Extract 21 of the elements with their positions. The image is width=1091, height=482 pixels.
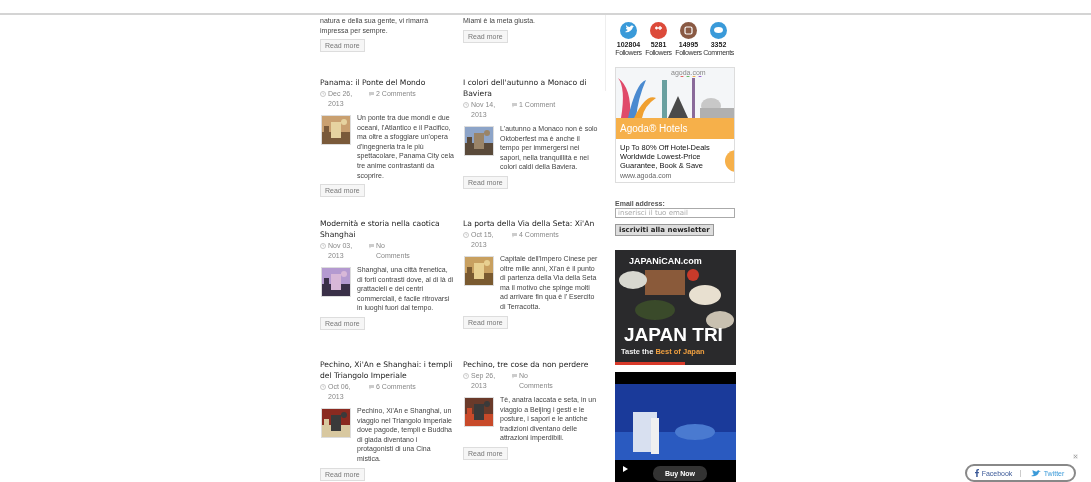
speech-bubble-icon [368, 243, 375, 249]
clock-icon [320, 384, 326, 390]
speech-bubble-icon [511, 373, 518, 379]
ad-brand: JAPANiCAN.com [629, 256, 702, 266]
speech-bubble-icon [511, 102, 518, 108]
speech-bubble-icon[interactable] [710, 22, 727, 39]
clock-icon [463, 102, 469, 108]
clock-icon [320, 243, 326, 249]
bird-icon [1030, 469, 1041, 477]
camera-icon[interactable] [680, 22, 697, 39]
ad-title: Agoda® Hotels [616, 118, 734, 139]
speech-bubble-icon [511, 232, 518, 238]
bird-icon[interactable] [620, 22, 637, 39]
ad-headline: JAPAN TRI [624, 324, 723, 346]
clock-icon [463, 373, 469, 379]
close-icon[interactable] [1073, 454, 1078, 459]
clock-icon [320, 91, 326, 97]
clock-icon [463, 232, 469, 238]
letter-f-icon [974, 469, 979, 477]
speech-bubble-icon [368, 91, 375, 97]
speech-bubble-icon [368, 384, 375, 390]
